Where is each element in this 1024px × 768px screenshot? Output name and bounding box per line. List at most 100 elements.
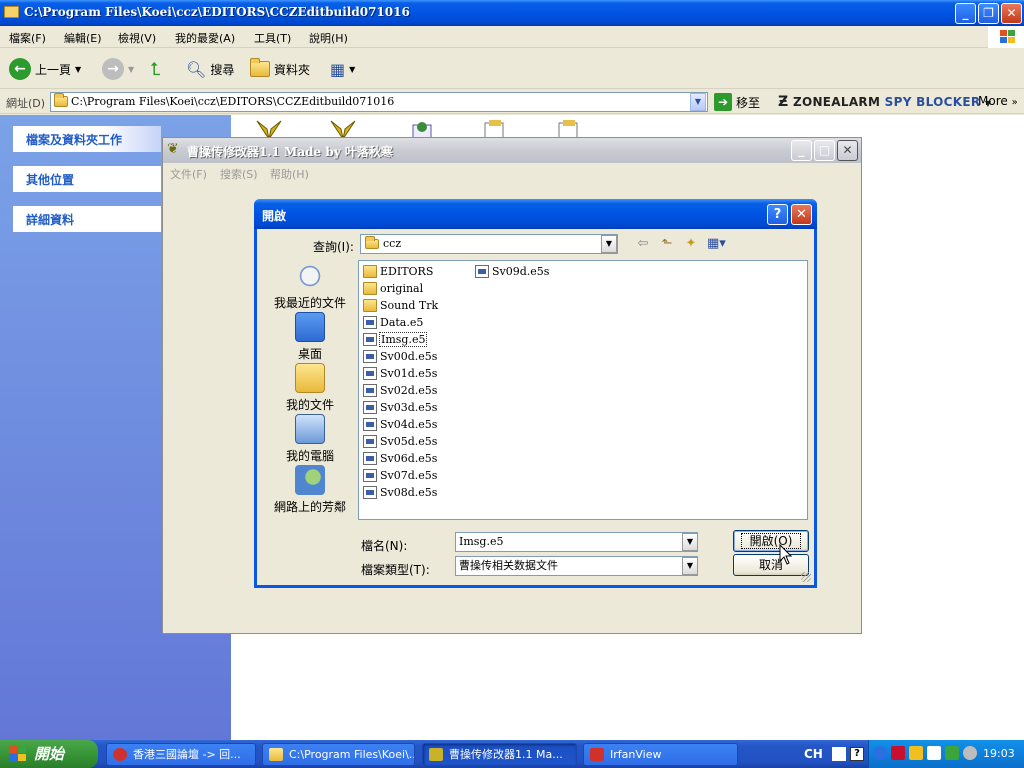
- ime-icon[interactable]: [832, 747, 846, 761]
- list-item[interactable]: Sv00d.e5s: [363, 348, 438, 364]
- start-label: 開始: [34, 745, 65, 763]
- volume-icon[interactable]: [963, 746, 977, 760]
- look-in-select[interactable]: ccz: [360, 234, 618, 254]
- explorer-titlebar[interactable]: C:\Program Files\Koei\ccz\EDITORS\CCZEdi…: [0, 0, 1024, 26]
- list-item[interactable]: Sv03d.e5s: [363, 399, 438, 415]
- zonealarm-icon[interactable]: [927, 746, 941, 760]
- zonealarm-toolbar[interactable]: Ƶ ZONEALARM SPY BLOCKER ▼: [778, 94, 991, 110]
- list-item[interactable]: Sv05d.e5s: [363, 433, 438, 449]
- menu-favorites[interactable]: 我的最愛(A): [175, 30, 235, 46]
- back-arrow-icon[interactable]: ⇦: [635, 236, 651, 252]
- help-button[interactable]: ?: [767, 204, 788, 225]
- file-list[interactable]: EDITORS original Sound Trk Data.e5 Imsg.e5 Sv…: [358, 260, 808, 520]
- network-icon[interactable]: [945, 746, 959, 760]
- file-icon: [363, 332, 377, 346]
- list-item[interactable]: Sv06d.e5s: [363, 450, 438, 466]
- new-folder-icon[interactable]: ✦: [683, 236, 699, 252]
- more-label: More: [978, 94, 1008, 108]
- more-button[interactable]: More »: [978, 94, 1018, 108]
- language-indicator[interactable]: CH: [804, 747, 823, 761]
- menu-file[interactable]: 文件(F): [170, 166, 207, 182]
- shield-icon[interactable]: [909, 746, 923, 760]
- ati-icon[interactable]: [891, 746, 905, 760]
- chevron-left-icon[interactable]: [873, 746, 887, 760]
- open-dialog-titlebar[interactable]: 開啟 ? ✕: [254, 199, 817, 229]
- restore-button[interactable]: ❐: [978, 3, 999, 24]
- back-button[interactable]: ← 上一頁 ▼: [9, 56, 81, 82]
- list-item[interactable]: Sv04d.e5s: [363, 416, 438, 432]
- up-button[interactable]: ⮤: [150, 56, 161, 82]
- close-button[interactable]: ✕: [1001, 3, 1022, 24]
- taskbar-item-ccz-editor[interactable]: 曹操传修改器1.1 Ma...: [422, 743, 577, 766]
- list-item[interactable]: Sv08d.e5s: [363, 484, 438, 500]
- taskbar-item-explorer[interactable]: C:\Program Files\Koei\...: [262, 743, 415, 766]
- taskbar-item-forum[interactable]: 香港三國論壇 -> 回...: [106, 743, 256, 766]
- file-icon: [363, 434, 377, 448]
- place-my-computer[interactable]: 我的電腦: [265, 414, 355, 464]
- list-item[interactable]: EDITORS: [363, 263, 434, 279]
- task-pane-other-places[interactable]: 其他位置: [13, 166, 161, 192]
- cancel-button[interactable]: 取消: [733, 554, 809, 576]
- menu-help[interactable]: 帮助(H): [270, 166, 309, 182]
- views-icon: ▦: [330, 59, 346, 79]
- folders-button[interactable]: 資料夾: [250, 56, 310, 82]
- file-icon: [363, 349, 377, 363]
- dropdown-icon: ▼: [349, 64, 356, 74]
- menu-help[interactable]: 說明(H): [309, 30, 348, 46]
- list-item-name: Sv08d.e5s: [380, 485, 438, 499]
- address-dropdown-icon[interactable]: ▼: [690, 93, 706, 111]
- task-label: 曹操传修改器1.1 Ma...: [449, 748, 563, 761]
- views-button[interactable]: ▦ ▼: [330, 56, 355, 82]
- ccz-editor-titlebar[interactable]: ❦ 曹操传修改器1.1 Made by 叶落秋寒 _ □ ✕: [163, 138, 861, 163]
- place-my-documents[interactable]: 我的文件: [265, 363, 355, 413]
- list-item[interactable]: Sv07d.e5s: [363, 467, 438, 483]
- file-icon: [363, 366, 377, 380]
- resize-grip-icon[interactable]: [801, 572, 811, 582]
- list-item[interactable]: Sv02d.e5s: [363, 382, 438, 398]
- look-in-dropdown-icon[interactable]: ▼: [601, 235, 617, 253]
- menu-search[interactable]: 搜索(S): [220, 166, 258, 182]
- minimize-button[interactable]: _: [955, 3, 976, 24]
- close-button[interactable]: ✕: [837, 140, 858, 161]
- folder-icon: [269, 748, 283, 761]
- place-recent[interactable]: 我最近的文件: [265, 261, 355, 311]
- maximize-button[interactable]: □: [814, 140, 835, 161]
- list-item[interactable]: original: [363, 280, 424, 296]
- list-item[interactable]: Sv09d.e5s: [475, 263, 550, 279]
- taskbar-item-irfanview[interactable]: IrfanView: [583, 743, 738, 766]
- start-button[interactable]: 開始: [0, 740, 98, 768]
- views-menu-icon[interactable]: ▦▾: [707, 236, 726, 252]
- go-label: 移至: [736, 95, 761, 110]
- list-item[interactable]: Sv01d.e5s: [363, 365, 438, 381]
- filetype-select[interactable]: 曹操传相关数据文件: [455, 556, 698, 576]
- folder-icon: [363, 298, 377, 312]
- menu-file[interactable]: 檔案(F): [9, 30, 46, 46]
- list-item[interactable]: Imsg.e5: [363, 331, 428, 347]
- task-pane-details[interactable]: 詳細資料: [13, 206, 161, 232]
- filename-input[interactable]: Imsg.e5: [455, 532, 698, 552]
- help-icon[interactable]: ?: [850, 747, 864, 761]
- filetype-dropdown-icon[interactable]: ▼: [682, 557, 698, 575]
- mouse-cursor-icon: [779, 544, 793, 565]
- folder-up-icon[interactable]: ⬑: [659, 236, 675, 252]
- go-arrow-icon: ➔: [714, 93, 732, 111]
- open-button[interactable]: 開啟(O): [733, 530, 809, 552]
- list-item[interactable]: Sound Trk: [363, 297, 439, 313]
- menu-edit[interactable]: 編輯(E): [64, 30, 102, 46]
- menu-view[interactable]: 檢視(V): [118, 30, 156, 46]
- search-button[interactable]: 🔍︎ 搜尋: [186, 56, 234, 82]
- close-button[interactable]: ✕: [791, 204, 812, 225]
- address-value: C:\Program Files\Koei\ccz\EDITORS\CCZEdi…: [71, 95, 395, 108]
- list-item[interactable]: Data.e5: [363, 314, 424, 330]
- address-input[interactable]: C:\Program Files\Koei\ccz\EDITORS\CCZEdi…: [50, 92, 708, 112]
- dialog-nav-toolbar: ⇦ ⬑ ✦ ▦▾: [635, 236, 726, 252]
- place-network[interactable]: 網路上的芳鄰: [265, 465, 355, 515]
- filename-dropdown-icon[interactable]: ▼: [682, 533, 698, 551]
- forward-button[interactable]: → ▼: [102, 56, 134, 82]
- place-desktop[interactable]: 桌面: [265, 312, 355, 362]
- back-label: 上一頁: [35, 62, 72, 77]
- menu-tools[interactable]: 工具(T): [254, 30, 291, 46]
- go-button[interactable]: ➔ 移至: [714, 93, 760, 111]
- task-pane-file-tasks[interactable]: 檔案及資料夾工作: [13, 126, 161, 152]
- minimize-button[interactable]: _: [791, 140, 812, 161]
